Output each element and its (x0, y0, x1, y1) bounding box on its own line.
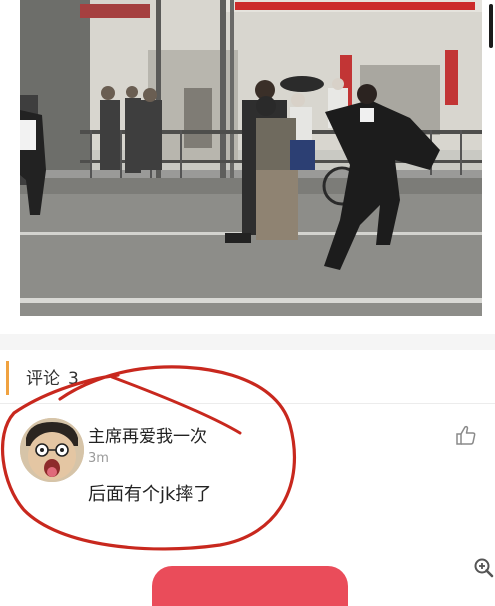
comments-label: 评论 (26, 369, 60, 389)
thumbs-up-icon[interactable] (455, 424, 477, 446)
comments-title: 评论 3 (26, 364, 79, 389)
comment-time: 3m (88, 451, 109, 466)
comment-item: 主席再爱我一次 3m 后面有个jk摔了 (0, 404, 495, 554)
primary-action-button[interactable] (152, 566, 348, 606)
scrollbar[interactable] (489, 4, 493, 48)
comments-count: 3 (68, 369, 79, 389)
zoom-in-icon[interactable] (473, 557, 495, 579)
accent-bar (6, 361, 9, 395)
comments-header: 评论 3 (0, 357, 495, 404)
comment-username[interactable]: 主席再爱我一次 (88, 422, 207, 447)
news-photo (20, 0, 482, 316)
comment-text: 后面有个jk摔了 (88, 484, 212, 505)
avatar[interactable] (20, 418, 84, 482)
section-divider (0, 334, 495, 350)
